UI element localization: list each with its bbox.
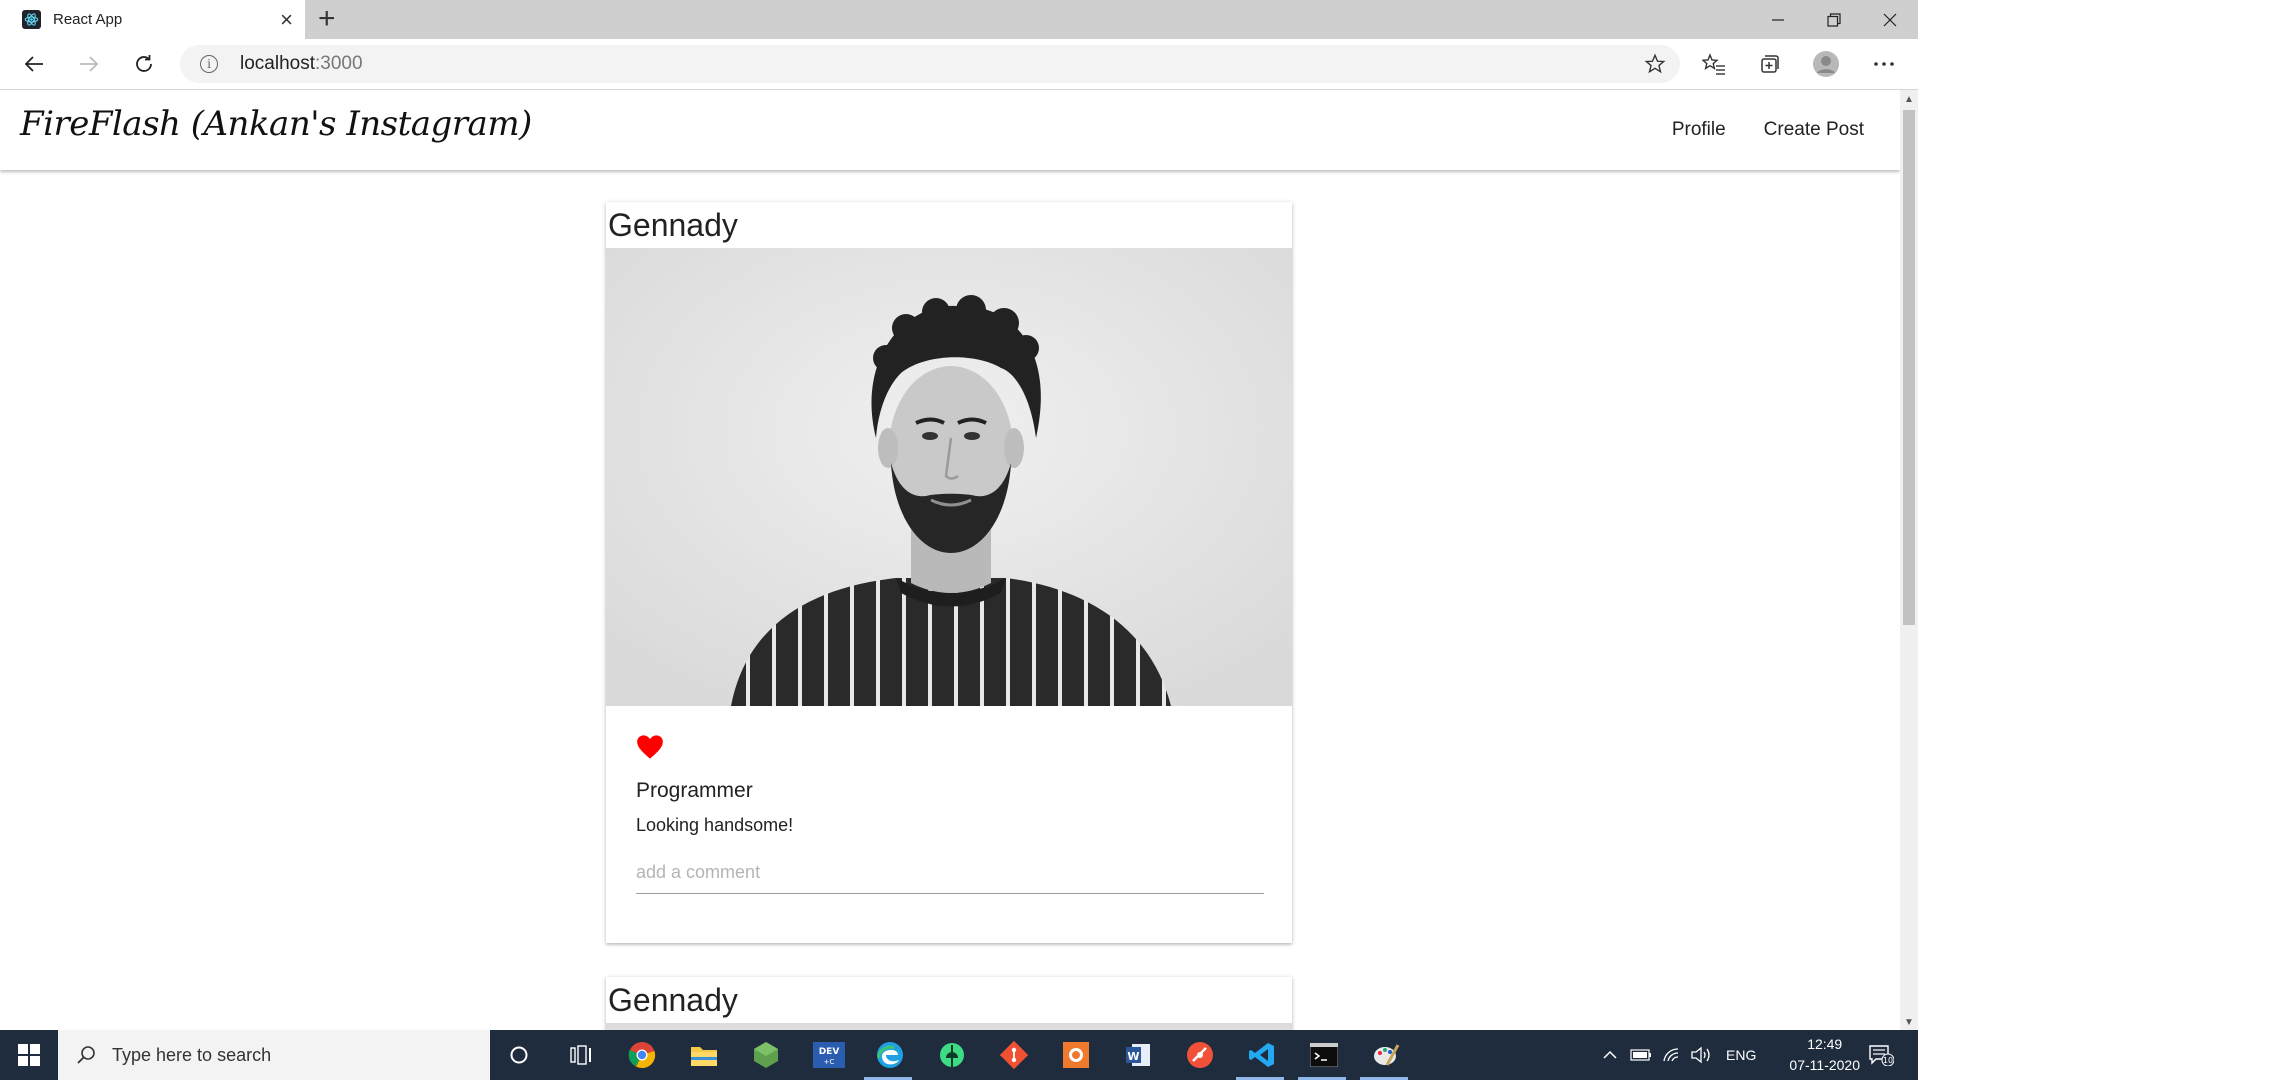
paint-icon[interactable] bbox=[1370, 1039, 1402, 1071]
heart-icon[interactable] bbox=[636, 734, 664, 760]
scrollbar-thumb[interactable] bbox=[1903, 110, 1915, 625]
file-explorer-icon[interactable] bbox=[688, 1039, 720, 1071]
tab-close-icon[interactable]: × bbox=[280, 8, 293, 31]
react-favicon-icon bbox=[22, 10, 41, 29]
browser-tab[interactable]: React App × bbox=[0, 0, 305, 39]
post-author[interactable]: Gennady bbox=[606, 977, 1292, 1023]
post-image bbox=[606, 248, 1292, 706]
refresh-icon[interactable] bbox=[127, 47, 161, 81]
volume-icon[interactable] bbox=[1690, 1030, 1712, 1080]
edge-icon[interactable] bbox=[874, 1039, 906, 1071]
svg-text:W: W bbox=[1127, 1050, 1139, 1063]
scroll-down-icon[interactable]: ▼ bbox=[1904, 1017, 1914, 1028]
nav-create-post-link[interactable]: Create Post bbox=[1764, 119, 1864, 141]
favorite-star-icon[interactable] bbox=[1644, 53, 1666, 80]
word-icon[interactable]: W bbox=[1122, 1039, 1154, 1071]
git-icon[interactable] bbox=[998, 1039, 1030, 1071]
browser-tab-bar: React App × + bbox=[0, 0, 1918, 39]
scroll-up-icon[interactable]: ▲ bbox=[1904, 94, 1914, 105]
task-view-icon[interactable] bbox=[565, 1039, 597, 1071]
terminal-icon[interactable] bbox=[1308, 1039, 1340, 1071]
nodejs-icon[interactable] bbox=[750, 1039, 782, 1071]
clock-time: 12:49 bbox=[1807, 1036, 1843, 1052]
post-image bbox=[606, 1023, 1292, 1030]
windows-start-icon[interactable] bbox=[0, 1030, 58, 1080]
window-controls bbox=[1750, 0, 1918, 39]
page-scrollbar[interactable]: ▲ ▼ bbox=[1900, 90, 1918, 1030]
svg-text:DEV: DEV bbox=[819, 1047, 840, 1057]
svg-text:+C: +C bbox=[824, 1058, 835, 1066]
address-bar[interactable]: i localhost:3000 bbox=[180, 45, 1680, 83]
favorites-icon[interactable] bbox=[1696, 47, 1732, 81]
post-title: Programmer bbox=[636, 779, 753, 802]
tab-title: React App bbox=[53, 11, 123, 28]
show-hidden-icons-icon[interactable] bbox=[1602, 1030, 1618, 1080]
browser-toolbar: i localhost:3000 bbox=[0, 39, 1918, 90]
post-content: Programmer Looking handsome! bbox=[606, 706, 1292, 894]
search-placeholder: Type here to search bbox=[112, 1044, 272, 1065]
brand-logo[interactable]: FireFlash (Ankan's Instagram) bbox=[20, 104, 532, 144]
search-icon bbox=[77, 1046, 95, 1064]
taskbar-search-box[interactable]: Type here to search bbox=[58, 1030, 490, 1080]
android-studio-icon[interactable] bbox=[936, 1039, 968, 1071]
nav-links: Profile Create Post bbox=[1634, 90, 1864, 170]
cortana-circle-icon[interactable] bbox=[503, 1039, 535, 1071]
swift-icon[interactable] bbox=[1184, 1039, 1216, 1071]
nav-profile-link[interactable]: Profile bbox=[1672, 119, 1726, 141]
vscode-icon[interactable] bbox=[1246, 1039, 1278, 1071]
post-card: Gennady bbox=[606, 977, 1292, 1030]
restore-icon[interactable] bbox=[1806, 0, 1862, 39]
wifi-icon[interactable] bbox=[1662, 1030, 1682, 1080]
site-info-icon[interactable]: i bbox=[200, 55, 218, 73]
clock-date: 07-11-2020 bbox=[1789, 1057, 1860, 1073]
post-author[interactable]: Gennady bbox=[606, 202, 1292, 248]
url-text[interactable]: localhost:3000 bbox=[240, 53, 363, 75]
collections-icon[interactable] bbox=[1752, 47, 1788, 81]
chrome-icon[interactable] bbox=[626, 1039, 658, 1071]
battery-icon[interactable] bbox=[1630, 1030, 1652, 1080]
profile-avatar-icon[interactable] bbox=[1808, 47, 1844, 81]
taskbar-clock[interactable]: 12:49 07-11-2020 bbox=[1789, 1034, 1860, 1076]
app-navbar: FireFlash (Ankan's Instagram) Profile Cr… bbox=[0, 90, 1900, 170]
post-card: Gennady bbox=[606, 202, 1292, 943]
comment-input[interactable] bbox=[636, 854, 1264, 894]
minimize-icon[interactable] bbox=[1750, 0, 1806, 39]
postman-icon[interactable] bbox=[1060, 1039, 1092, 1071]
dev-icon[interactable]: DEV +C bbox=[812, 1039, 846, 1071]
back-arrow-icon[interactable] bbox=[17, 47, 51, 81]
forward-arrow-icon[interactable] bbox=[72, 47, 106, 81]
language-indicator[interactable]: ENG bbox=[1726, 1030, 1756, 1080]
notification-count: 10 bbox=[1883, 1056, 1893, 1065]
notification-center-icon[interactable]: 10 bbox=[1868, 1030, 1894, 1080]
windows-taskbar: Type here to search DEV +C W ENG 12:49 0… bbox=[0, 1030, 1918, 1080]
page-viewport: FireFlash (Ankan's Instagram) Profile Cr… bbox=[0, 90, 1900, 1030]
post-body: Looking handsome! bbox=[636, 815, 794, 835]
more-menu-icon[interactable] bbox=[1866, 47, 1902, 81]
new-tab-icon[interactable]: + bbox=[318, 4, 336, 34]
close-window-icon[interactable] bbox=[1862, 0, 1918, 39]
